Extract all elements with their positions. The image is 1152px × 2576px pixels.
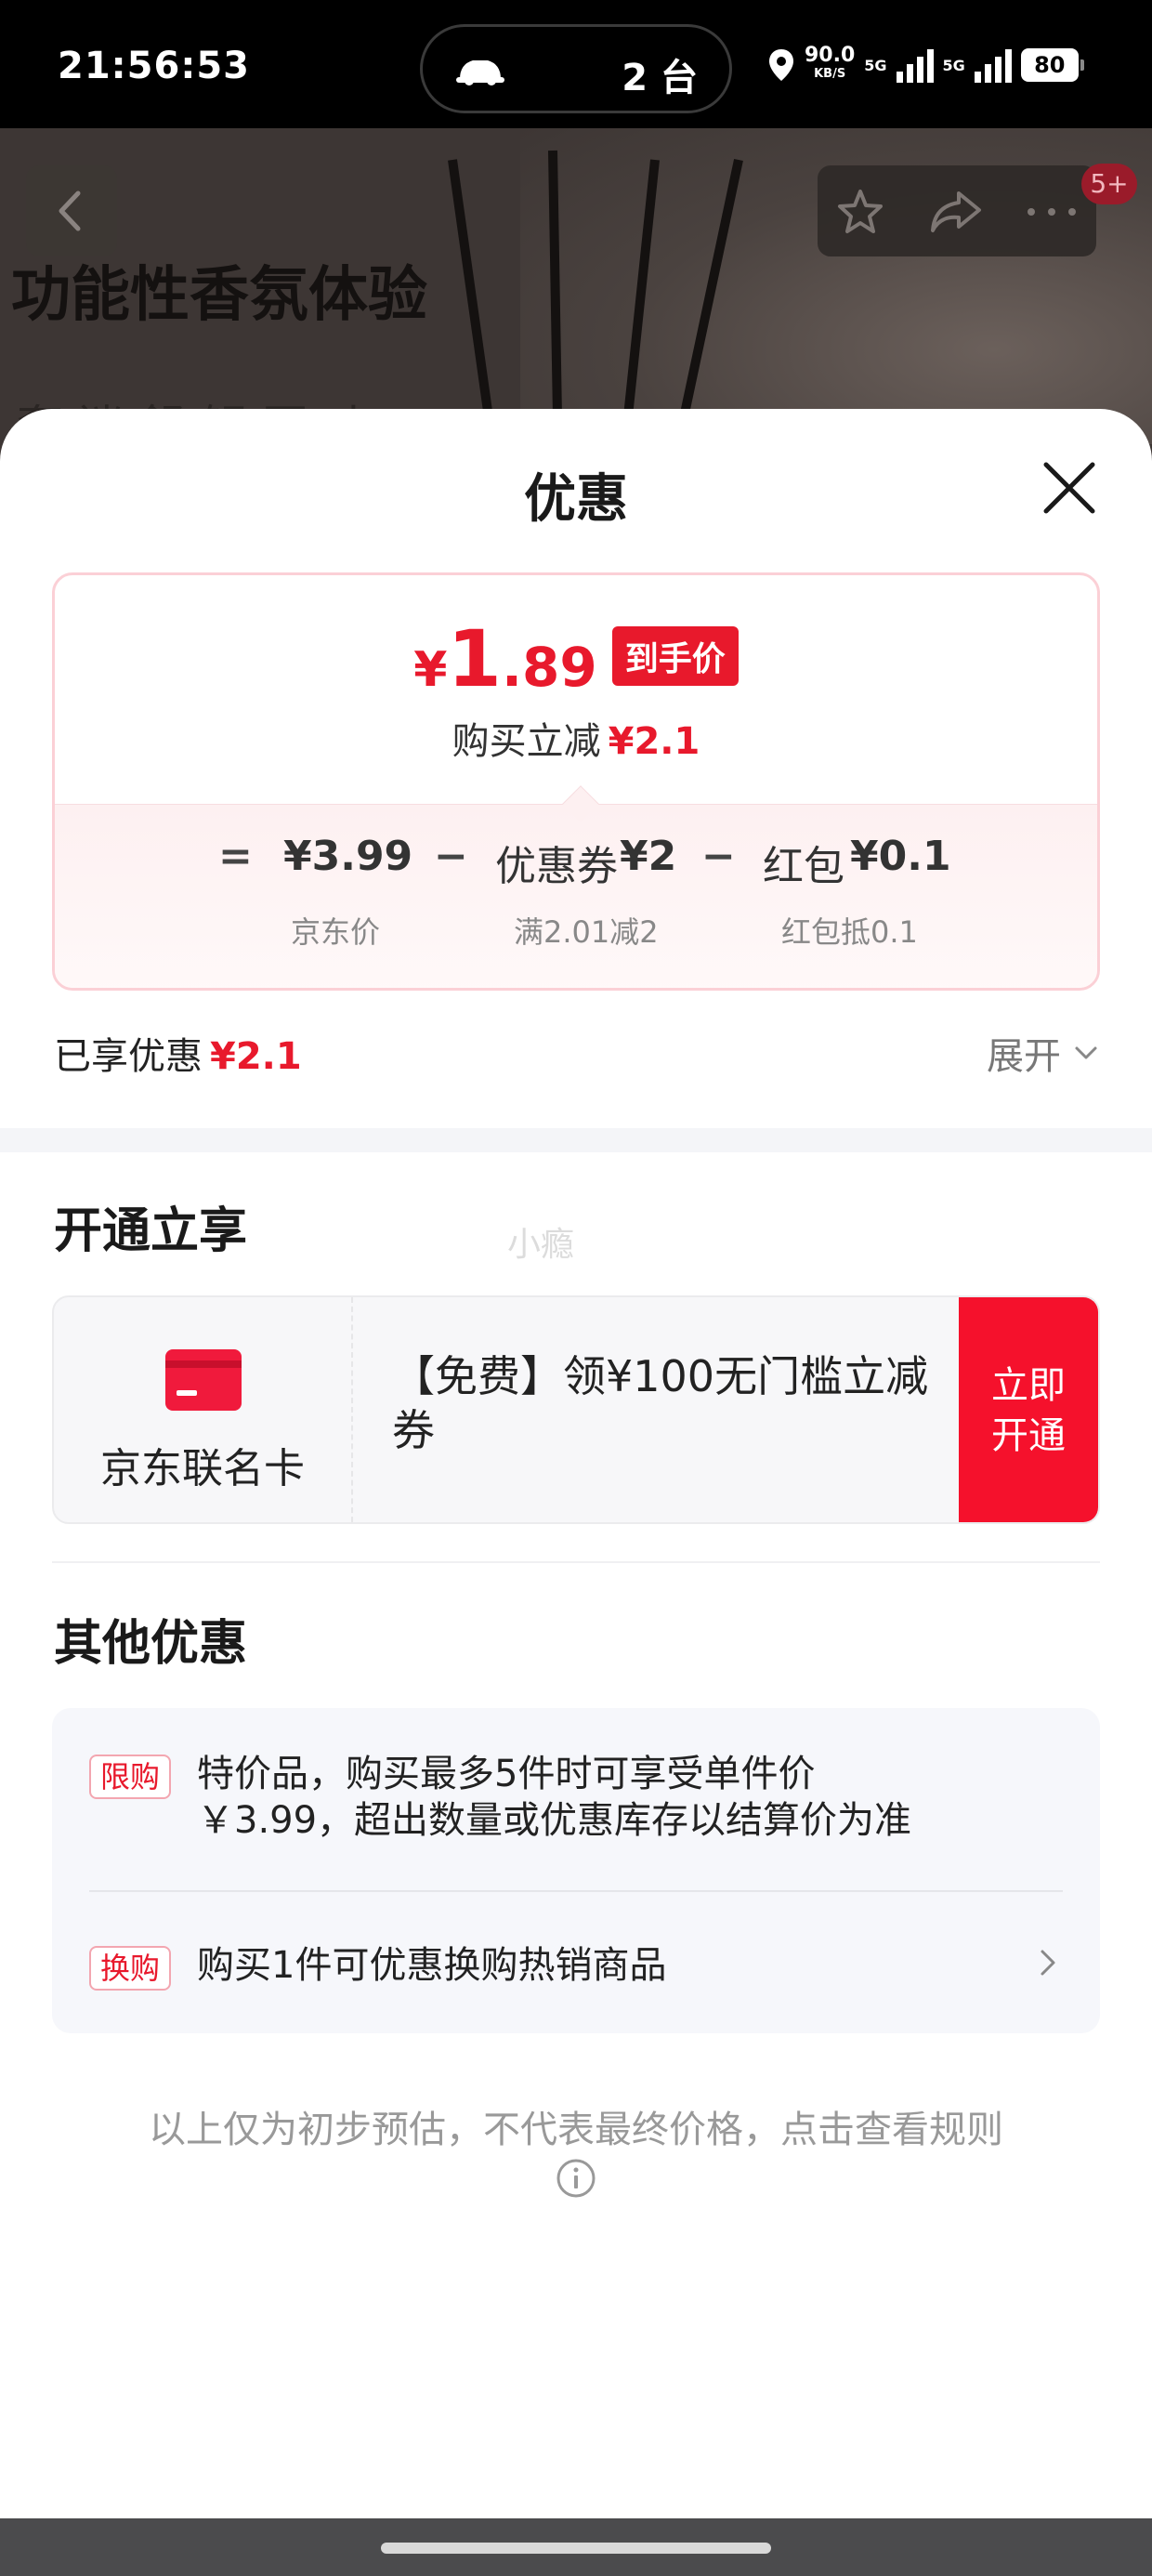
battery-icon: 80	[1020, 48, 1084, 82]
gesture-bar	[0, 2518, 1152, 2576]
dynamic-island[interactable]: 2 台	[420, 24, 732, 113]
price-breakdown: = ¥3.99 − 优惠券 ¥2 − 红包 ¥0.1 京东价 满2.01减2 红…	[55, 804, 1097, 988]
header-actions	[818, 165, 1096, 256]
network-label-1: 5G	[864, 56, 887, 74]
coupon-label: 优惠券	[495, 843, 618, 890]
more-icon[interactable]	[1024, 203, 1080, 221]
star-icon[interactable]	[834, 186, 886, 238]
redpacket-value: ¥0.1	[850, 833, 951, 880]
offer-text-line: ￥3.99，超出数量或优惠库存以结算价为准	[197, 1799, 912, 1842]
network-label-2: 5G	[942, 56, 965, 74]
chevron-down-icon	[1075, 1046, 1097, 1059]
final-price-row: ¥1.89 到手价	[55, 620, 1097, 699]
redpacket-desc: 红包抵0.1	[781, 914, 918, 950]
redpacket-label: 红包	[763, 843, 844, 890]
discount-sheet: 优惠 ¥1.89 到手价 购买立减 ¥2.1 = ¥3.99 − 优惠券 ¥2 −	[0, 409, 1152, 2518]
status-bar: 21:56:53 2 台 90.0 KB/S 5G 5G 80	[0, 0, 1152, 128]
card-promo-description: 【免费】领¥100无门槛立减券	[392, 1351, 929, 1455]
signal-icon-2	[974, 47, 1012, 83]
other-offers-list: 限购 特价品，购买最多5件时可享受单件价 ￥3.99，超出数量或优惠库存以结算价…	[52, 1708, 1100, 2033]
car-icon	[456, 60, 504, 85]
minus-sign: −	[434, 833, 468, 880]
exchange-offer-row[interactable]: 换购 购买1件可优惠换购热销商品	[52, 1892, 1100, 2033]
open-now-button[interactable]: 立即 开通	[959, 1297, 1098, 1522]
divider	[52, 1561, 1100, 1563]
net-speed: 90.0 KB/S	[805, 44, 856, 82]
location-icon	[769, 49, 793, 81]
card-info: 京东联名卡	[54, 1297, 353, 1522]
minus-sign: −	[701, 833, 736, 880]
back-button[interactable]	[26, 165, 117, 256]
status-indicators: 90.0 KB/S 5G 5G 80	[767, 39, 1084, 91]
co-brand-card-promo[interactable]: 京东联名卡 【免费】领¥100无门槛立减券 立即 开通	[52, 1295, 1100, 1524]
message-badge: 5+	[1081, 164, 1137, 204]
sheet-title: 优惠	[524, 469, 628, 530]
equals-sign: =	[218, 833, 253, 880]
jd-price: ¥3.99	[283, 833, 413, 880]
section-divider	[0, 1128, 1152, 1152]
info-icon[interactable]	[556, 2158, 596, 2199]
final-price-tag: 到手价	[611, 626, 739, 686]
expand-button[interactable]: 展开	[987, 1026, 1100, 1080]
offer-text-line: 购买1件可优惠换购热销商品	[197, 1944, 667, 1987]
close-icon[interactable]	[1037, 455, 1102, 520]
price-summary: ¥1.89 到手价 购买立减 ¥2.1	[55, 575, 1097, 804]
credit-card-icon	[165, 1349, 242, 1411]
enjoyed-discount: 已享优惠 ¥2.1	[54, 1035, 302, 1078]
watermark: 小瘾	[507, 1226, 575, 1264]
offer-text-line: 特价品，购买最多5件时可享受单件价	[197, 1753, 816, 1795]
final-price: ¥1.89	[413, 613, 597, 704]
product-headline: 功能性香氛体验	[11, 261, 427, 330]
coupon-value: ¥2	[620, 833, 677, 880]
signal-icon-1	[896, 47, 934, 83]
back-icon	[59, 191, 81, 231]
home-indicator[interactable]	[381, 2543, 771, 2554]
other-section-title: 其他优惠	[54, 1616, 248, 1672]
island-count: 2 台	[622, 57, 698, 99]
open-section-title: 开通立享	[54, 1203, 248, 1259]
instant-discount: 购买立减 ¥2.1	[452, 720, 700, 763]
card-name: 京东联名卡	[100, 1445, 305, 1492]
chevron-right-icon	[1041, 1950, 1055, 1976]
rules-link[interactable]: 以上仅为初步预估，不代表最终价格，点击查看规则	[0, 2106, 1152, 2154]
price-card: ¥1.89 到手价 购买立减 ¥2.1 = ¥3.99 − 优惠券 ¥2 − 红包…	[52, 572, 1100, 991]
status-time: 21:56:53	[58, 45, 250, 87]
share-icon[interactable]	[927, 186, 983, 238]
expand-label: 展开	[987, 1035, 1061, 1078]
coupon-desc: 满2.01减2	[514, 914, 659, 950]
jd-price-label: 京东价	[291, 914, 381, 950]
exchange-purchase-tag: 换购	[89, 1946, 172, 1991]
limit-purchase-tag: 限购	[89, 1755, 172, 1799]
